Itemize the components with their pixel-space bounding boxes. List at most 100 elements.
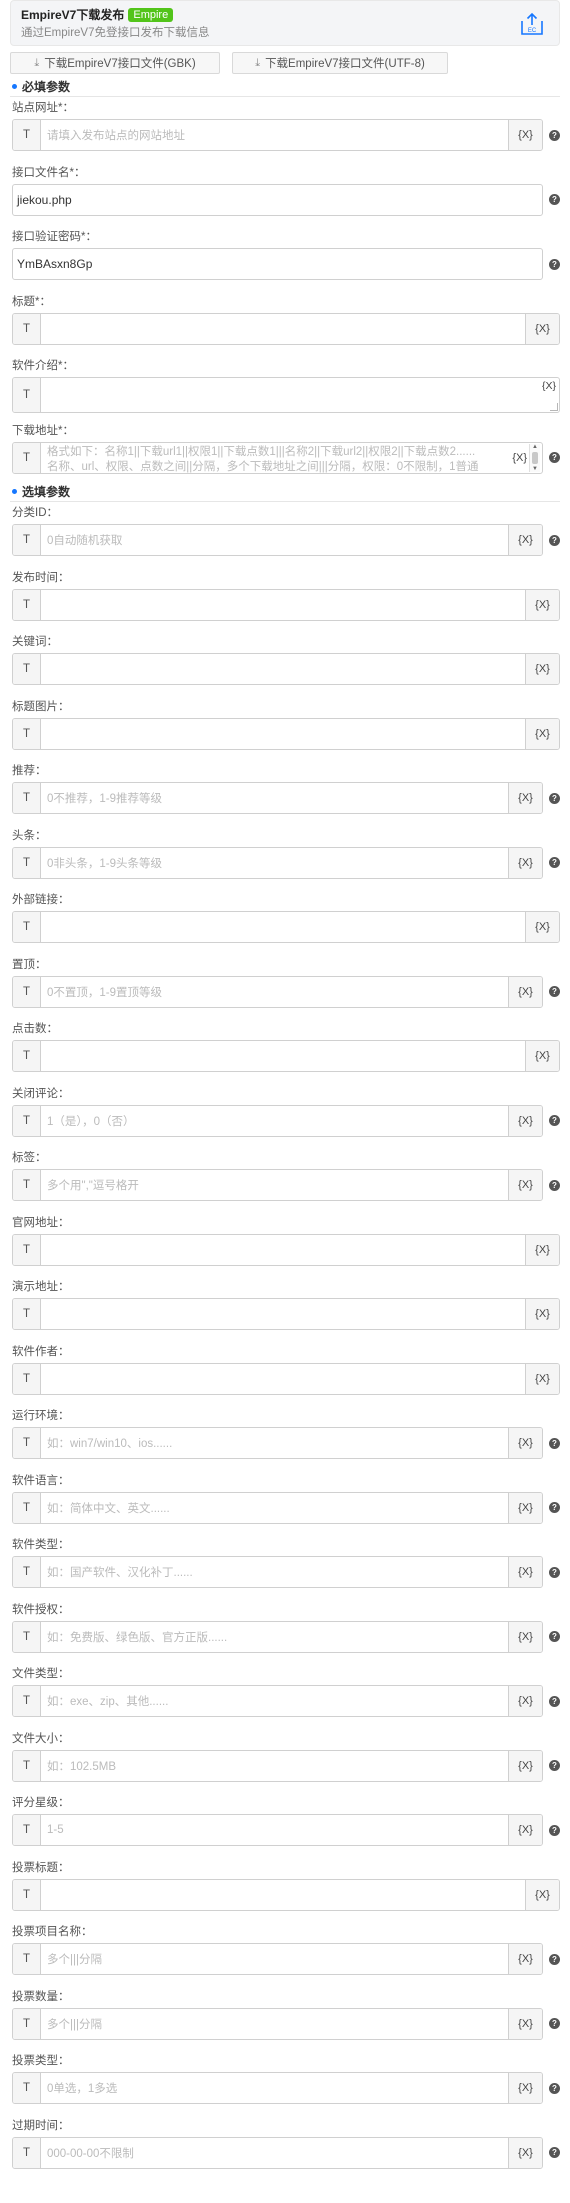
insert-variable-button[interactable]: {X} <box>508 1815 542 1845</box>
plugin-title: EmpireV7下载发布 Empire <box>21 7 549 23</box>
insert-variable-button[interactable]: {X} <box>508 1105 542 1136</box>
help-icon[interactable]: ? <box>549 1953 560 1965</box>
field-label: 演示地址： <box>12 1281 70 1293</box>
download-url-textarea[interactable]: T 格式如下：名称1||下载url1||权限1||下载点数1|||名称2||下载… <box>12 441 543 474</box>
insert-variable-button[interactable]: {X} <box>508 2008 542 2039</box>
help-icon[interactable]: ? <box>549 1437 560 1449</box>
site-url-placeholder: 请填入发布站点的网站地址 <box>47 130 185 142</box>
optional-input[interactable]: T 如：简体中文、英文...... {X} <box>12 1491 543 1524</box>
help-icon[interactable]: ? <box>549 2082 560 2094</box>
help-icon[interactable]: ? <box>549 2018 560 2029</box>
optional-input[interactable]: T 1-5 {X} <box>12 1814 543 1846</box>
optional-input[interactable]: T 多个用","逗号格开 {X} <box>12 1169 543 1201</box>
help-icon[interactable]: ? <box>549 1695 560 1707</box>
optional-input[interactable]: T {X} <box>12 1233 560 1266</box>
optional-input[interactable]: T {X} <box>12 1362 560 1395</box>
optional-input[interactable]: T 0不推荐，1-9推荐等级 {X} <box>12 782 543 814</box>
field-download-url: 下载地址*： T 格式如下：名称1||下载url1||权限1||下载点数1|||… <box>10 420 560 485</box>
optional-input[interactable]: T {X} <box>12 588 560 621</box>
download-gbk-button[interactable]: ⤓ 下载EmpireV7接口文件(GBK) <box>10 52 220 74</box>
optional-input[interactable]: T 多个|||分隔 {X} <box>12 1943 543 1975</box>
optional-input[interactable]: T 如：国产软件、汉化补丁...... {X} <box>12 1556 543 1588</box>
optional-field: 运行环境： T 如：win7/win10、ios...... {X} ? <box>10 1405 560 1470</box>
insert-variable-button[interactable]: {X} <box>508 120 542 150</box>
optional-input[interactable]: T 0单选，1多选 {X} <box>12 2072 543 2104</box>
insert-variable-button[interactable]: {X} <box>525 589 559 620</box>
insert-variable-button[interactable]: {X} <box>508 1686 542 1716</box>
insert-variable-button[interactable]: {X} <box>508 1170 542 1200</box>
help-icon[interactable]: ? <box>549 1115 560 1126</box>
optional-input[interactable]: T {X} <box>12 911 560 943</box>
optional-input[interactable]: T 如：win7/win10、ios...... {X} <box>12 1427 543 1459</box>
insert-variable-button[interactable]: {X} <box>508 1492 542 1523</box>
help-icon[interactable]: ? <box>549 194 560 205</box>
insert-variable-button[interactable]: {X} <box>508 783 542 813</box>
optional-input[interactable]: T 000-00-00不限制 {X} <box>12 2136 543 2169</box>
help-icon[interactable]: ? <box>549 129 560 141</box>
insert-variable-button[interactable]: {X} <box>525 1041 559 1071</box>
input-placeholder <box>41 1880 525 1910</box>
help-icon[interactable]: ? <box>549 452 560 463</box>
insert-variable-button[interactable]: {X} <box>508 976 542 1007</box>
insert-variable-button[interactable]: {X} <box>508 1557 542 1587</box>
scroll-down-icon[interactable]: ▼ <box>532 466 538 472</box>
input-placeholder: 0非头条，1-9头条等级 <box>47 857 163 870</box>
help-icon[interactable]: ? <box>549 2147 560 2158</box>
optional-input[interactable]: T {X} <box>12 1040 560 1072</box>
insert-variable-button[interactable]: {X} <box>508 847 542 878</box>
intro-textarea[interactable]: T {X} <box>12 377 560 413</box>
optional-input[interactable]: T 1（是），0（否） {X} <box>12 1104 543 1137</box>
help-icon[interactable]: ? <box>549 1760 560 1771</box>
optional-input[interactable]: T {X} <box>12 717 560 750</box>
optional-input[interactable]: T 0自动随机获取 {X} <box>12 524 543 556</box>
insert-variable-button[interactable]: {X} <box>525 654 559 684</box>
insert-variable-button[interactable]: {X} <box>525 718 559 749</box>
insert-variable-button[interactable]: {X} <box>525 1299 559 1329</box>
insert-variable-button[interactable]: {X} <box>508 1428 542 1458</box>
optional-input[interactable]: T 如：exe、zip、其他...... {X} <box>12 1685 543 1717</box>
title-input[interactable]: T {X} <box>12 312 560 345</box>
help-icon[interactable]: ? <box>549 1179 560 1191</box>
help-icon[interactable]: ? <box>549 534 560 546</box>
help-icon[interactable]: ? <box>549 986 560 997</box>
optional-input[interactable]: T 如：102.5MB {X} <box>12 1749 543 1782</box>
scroll-thumb[interactable] <box>532 451 538 464</box>
insert-variable-button[interactable]: {X} <box>542 380 556 392</box>
optional-input[interactable]: T 0非头条，1-9头条等级 {X} <box>12 846 543 879</box>
insert-variable-button[interactable]: {X} <box>525 1363 559 1394</box>
api-file-input[interactable]: jiekou.php <box>12 183 543 216</box>
insert-variable-button[interactable]: {X} <box>525 912 559 942</box>
input-placeholder: 0单选，1多选 <box>47 2083 118 2095</box>
help-icon[interactable]: ? <box>549 1566 560 1578</box>
resize-handle[interactable] <box>550 403 558 411</box>
insert-variable-button[interactable]: {X} <box>508 1750 542 1781</box>
insert-variable-button[interactable]: {X} <box>508 525 542 555</box>
insert-variable-button[interactable]: {X} <box>508 2137 542 2168</box>
insert-variable-button[interactable]: {X} <box>508 1621 542 1652</box>
insert-variable-button[interactable]: {X} <box>525 1879 559 1910</box>
insert-variable-button[interactable]: {X} <box>508 2073 542 2103</box>
insert-variable-button[interactable]: {X} <box>525 313 559 344</box>
optional-input[interactable]: T {X} <box>12 1298 560 1330</box>
insert-variable-button[interactable]: {X} <box>512 452 527 464</box>
optional-input[interactable]: T 如：免费版、绿色版、官方正版...... {X} <box>12 1620 543 1653</box>
optional-input[interactable]: T 0不置顶，1-9置顶等级 {X} <box>12 975 543 1008</box>
help-icon[interactable]: ? <box>549 258 560 270</box>
insert-variable-button[interactable]: {X} <box>508 1944 542 1974</box>
optional-field: 关闭评论： T 1（是），0（否） {X} ? <box>10 1083 560 1148</box>
download-utf8-button[interactable]: ⤓ 下载EmpireV7接口文件(UTF-8) <box>232 52 448 74</box>
optional-input[interactable]: T {X} <box>12 653 560 685</box>
optional-input[interactable]: T 多个|||分隔 {X} <box>12 2007 543 2040</box>
site-url-input[interactable]: T 请填入发布站点的网站地址 {X} <box>12 119 543 151</box>
textarea-scrollbar[interactable]: ▲ ▼ <box>529 443 540 472</box>
field-label: 官网地址： <box>12 1216 70 1229</box>
api-password-input[interactable]: YmBAsxn8Gp <box>12 248 543 280</box>
scroll-up-icon[interactable]: ▲ <box>532 444 538 450</box>
optional-input[interactable]: T {X} <box>12 1878 560 1911</box>
help-icon[interactable]: ? <box>549 792 560 804</box>
help-icon[interactable]: ? <box>549 857 560 868</box>
help-icon[interactable]: ? <box>549 1502 560 1513</box>
help-icon[interactable]: ? <box>549 1631 560 1642</box>
help-icon[interactable]: ? <box>549 1824 560 1836</box>
insert-variable-button[interactable]: {X} <box>525 1234 559 1265</box>
